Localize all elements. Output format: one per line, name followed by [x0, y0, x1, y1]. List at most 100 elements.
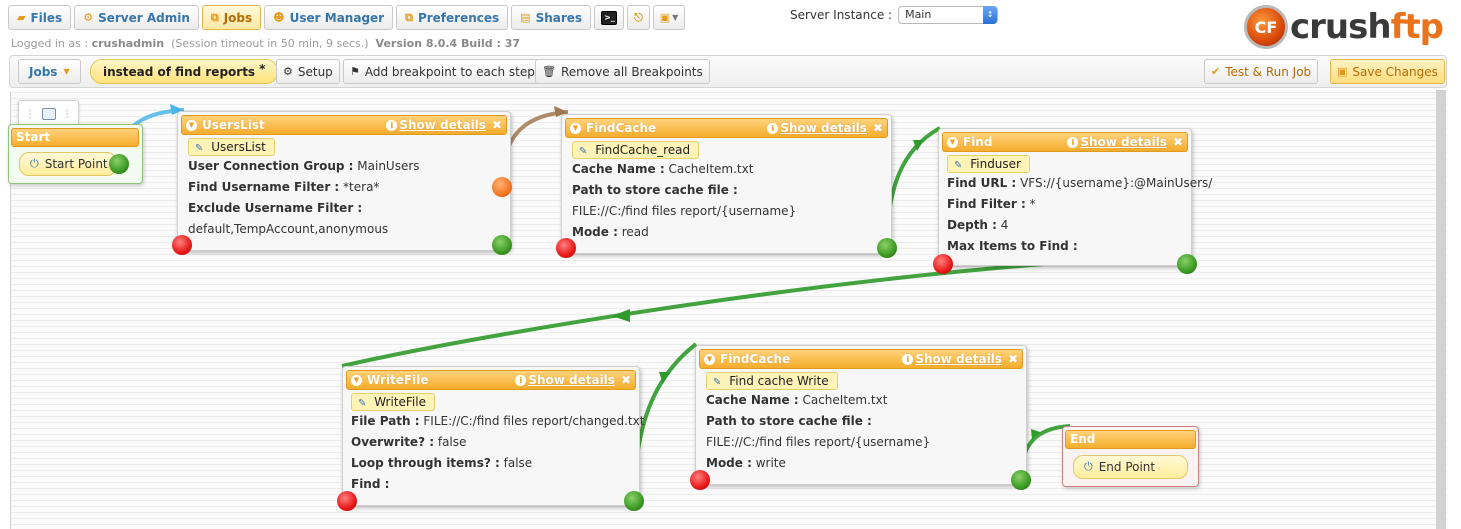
param-value: *tera*: [343, 180, 380, 194]
show-details-link[interactable]: Show details: [528, 373, 615, 387]
step-find-title: Find: [963, 135, 993, 149]
tab-server-admin[interactable]: ⚙ Server Admin: [74, 5, 199, 30]
drag-handle-icon[interactable]: ⋮: [25, 109, 35, 120]
close-icon[interactable]: ✖: [873, 121, 883, 135]
logo-mark: CF: [1244, 5, 1288, 49]
tab-jobs[interactable]: ⧉ Jobs: [201, 5, 262, 30]
success-port[interactable]: [877, 238, 897, 258]
param-value: FILE://C:/find files report/{username}: [572, 204, 797, 218]
show-details-link[interactable]: Show details: [915, 352, 1002, 366]
success-port[interactable]: [1177, 254, 1197, 274]
step-find[interactable]: ▼ Find i Show details ✖ ✎ Finduser Find …: [933, 128, 1212, 274]
step-findcache-read-title: FindCache: [586, 121, 657, 135]
success-port[interactable]: [492, 235, 512, 255]
step-userslist[interactable]: ▼ UsersList i Show details ✖ ✎ UsersList…: [172, 111, 512, 255]
param-value: default,TempAccount,anonymous: [188, 222, 389, 236]
item-output-port[interactable]: [492, 177, 512, 197]
close-icon[interactable]: ✖: [621, 373, 631, 387]
param-value: false: [503, 456, 533, 470]
tab-shares[interactable]: ▤ Shares: [511, 5, 592, 30]
add-breakpoint-label: Add breakpoint to each step: [364, 64, 535, 79]
save-changes-button[interactable]: ▣ Save Changes: [1330, 59, 1445, 84]
close-icon[interactable]: ✖: [1008, 352, 1018, 366]
fail-port[interactable]: [337, 491, 357, 511]
server-instance-select[interactable]: Main ↕: [898, 6, 999, 24]
terminal-button[interactable]: >_: [594, 5, 625, 30]
collapse-chevron-icon[interactable]: ▼: [570, 122, 581, 134]
step-findcache-write[interactable]: ▼ FindCache i Show details ✖ ✎ Find cach…: [690, 345, 1031, 490]
tab-user-manager[interactable]: ☻ User Manager: [264, 5, 394, 30]
tab-shares-label: Shares: [535, 10, 583, 25]
success-port[interactable]: [624, 491, 644, 511]
close-icon[interactable]: ✖: [1173, 135, 1183, 149]
start-node[interactable]: Start ⏻ Start Point: [8, 124, 143, 184]
param-row: Path to store cache file :: [706, 411, 1026, 432]
step-find-header[interactable]: ▼ Find i Show details ✖: [942, 132, 1188, 152]
close-icon[interactable]: ✖: [492, 118, 502, 132]
end-node[interactable]: End ⏻ End Point: [1062, 426, 1199, 487]
step-writefile-header[interactable]: ▼ WriteFile i Show details ✖: [346, 370, 636, 390]
step-writefile[interactable]: ▼ WriteFile i Show details ✖ ✎ WriteFile…: [337, 366, 644, 511]
test-run-button[interactable]: ✔ Test & Run Job: [1204, 59, 1319, 84]
end-node-header[interactable]: End: [1065, 430, 1196, 449]
param-row: Max Items to Find :: [947, 236, 1191, 257]
setup-button[interactable]: ⚙ Setup: [276, 59, 340, 84]
step-userslist-name-tag[interactable]: ✎ UsersList: [188, 138, 275, 156]
add-breakpoint-button[interactable]: ⚑ Add breakpoint to each step: [343, 59, 542, 84]
select-arrows-icon: ↕: [983, 6, 998, 24]
start-node-header[interactable]: Start: [11, 128, 139, 147]
end-node-title: End: [1070, 432, 1096, 446]
param-key: Cache Name :: [572, 162, 665, 176]
server-instance-value: Main: [905, 8, 932, 21]
step-findcache-read-header[interactable]: ▼ FindCache i Show details ✖: [565, 118, 888, 138]
param-key: User Connection Group :: [188, 159, 354, 173]
show-details-link[interactable]: Show details: [780, 121, 867, 135]
step-userslist-header[interactable]: ▼ UsersList i Show details ✖: [181, 115, 507, 135]
tab-preferences-label: Preferences: [417, 10, 500, 25]
canvas-scrollbar[interactable]: [1436, 90, 1446, 529]
param-row: Find Filter : *: [947, 194, 1191, 215]
chevron-down-icon: ▼: [672, 13, 679, 22]
collapse-chevron-icon[interactable]: ▼: [704, 353, 715, 365]
lock-button[interactable]: ⎋: [627, 5, 650, 30]
collapse-chevron-icon[interactable]: ▼: [947, 136, 958, 148]
success-port[interactable]: [1011, 470, 1031, 490]
step-findcache-write-header[interactable]: ▼ FindCache i Show details ✖: [699, 349, 1023, 369]
more-menu-button[interactable]: ▣ ▼: [652, 5, 686, 30]
param-row: Find URL : VFS://{username}:@MainUsers/: [947, 173, 1212, 194]
show-details-link[interactable]: Show details: [399, 118, 486, 132]
flag-icon: ⚑: [350, 65, 360, 78]
step-findcache-read[interactable]: ▼ FindCache i Show details ✖ ✎ FindCache…: [556, 114, 897, 258]
step-findcache-write-name-tag[interactable]: ✎ Find cache Write: [706, 372, 838, 390]
fail-port[interactable]: [556, 238, 576, 258]
session-timeout: (Session timeout in 50 min, 9 secs.): [171, 37, 369, 50]
trash-icon: 🗑: [542, 65, 556, 78]
jobs-dropdown-button[interactable]: Jobs ▼: [18, 59, 81, 84]
collapse-chevron-icon[interactable]: ▼: [351, 374, 362, 386]
show-details-link[interactable]: Show details: [1080, 135, 1167, 149]
param-key: Overwrite? :: [351, 435, 435, 449]
fail-port[interactable]: [933, 254, 953, 274]
server-instance-label: Server Instance :: [790, 8, 893, 22]
remove-breakpoints-button[interactable]: 🗑 Remove all Breakpoints: [535, 59, 710, 84]
main-nav: ▰ Files ⚙ Server Admin ⧉ Jobs ☻ User Man…: [8, 5, 688, 30]
drag-handle-icon[interactable]: ⋮: [62, 109, 72, 120]
add-step-icon[interactable]: [41, 108, 56, 120]
tab-files[interactable]: ▰ Files: [8, 5, 72, 30]
step-findcache-read-name-tag[interactable]: ✎ FindCache_read: [572, 141, 700, 159]
jobs-icon: ⧉: [210, 10, 219, 24]
collapse-chevron-icon[interactable]: ▼: [186, 119, 197, 131]
start-output-port[interactable]: [109, 154, 129, 174]
tab-preferences[interactable]: ⧉ Preferences: [396, 5, 509, 30]
fail-port[interactable]: [690, 470, 710, 490]
folder-icon: ▰: [17, 11, 26, 24]
param-key: Find Username Filter :: [188, 180, 340, 194]
step-find-name-tag[interactable]: ✎ Finduser: [947, 155, 1030, 173]
fail-port[interactable]: [172, 235, 192, 255]
step-userslist-title: UsersList: [202, 118, 265, 132]
job-name-badge[interactable]: instead of find reports *: [90, 59, 279, 84]
end-point[interactable]: ⏻ End Point: [1073, 455, 1188, 479]
start-point[interactable]: ⏻ Start Point: [19, 152, 117, 176]
param-value: 4: [1000, 218, 1009, 232]
step-writefile-name-tag[interactable]: ✎ WriteFile: [351, 393, 435, 411]
